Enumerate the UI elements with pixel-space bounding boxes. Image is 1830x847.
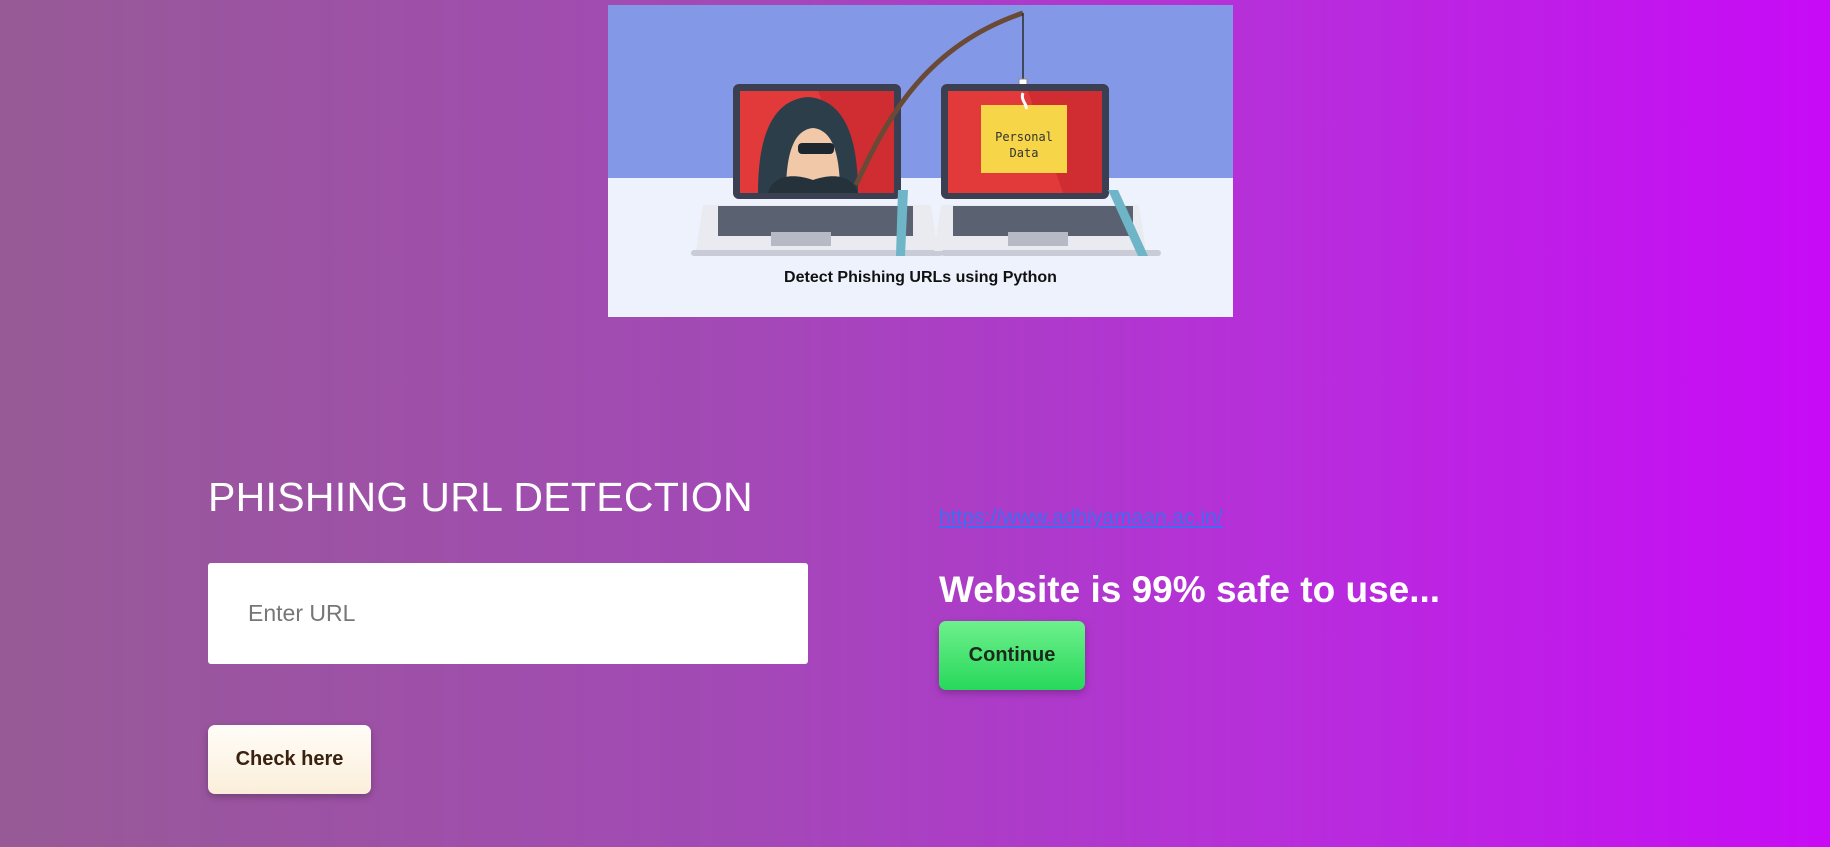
page-title: PHISHING URL DETECTION	[208, 474, 753, 520]
continue-button[interactable]: Continue	[939, 621, 1085, 690]
banner-caption: Detect Phishing URLs using Python	[784, 269, 1057, 286]
check-button[interactable]: Check here	[208, 725, 371, 794]
svg-text:Data: Data	[1010, 146, 1039, 160]
safety-result-message: Website is 99% safe to use...	[939, 569, 1441, 610]
svg-text:Personal: Personal	[995, 130, 1053, 144]
url-input[interactable]	[208, 563, 808, 664]
result-url-link[interactable]: https://www.adhiyamaan.ac.in/	[939, 506, 1223, 530]
phishing-banner: Personal Data Detect Phishing URLs using…	[608, 5, 1233, 317]
